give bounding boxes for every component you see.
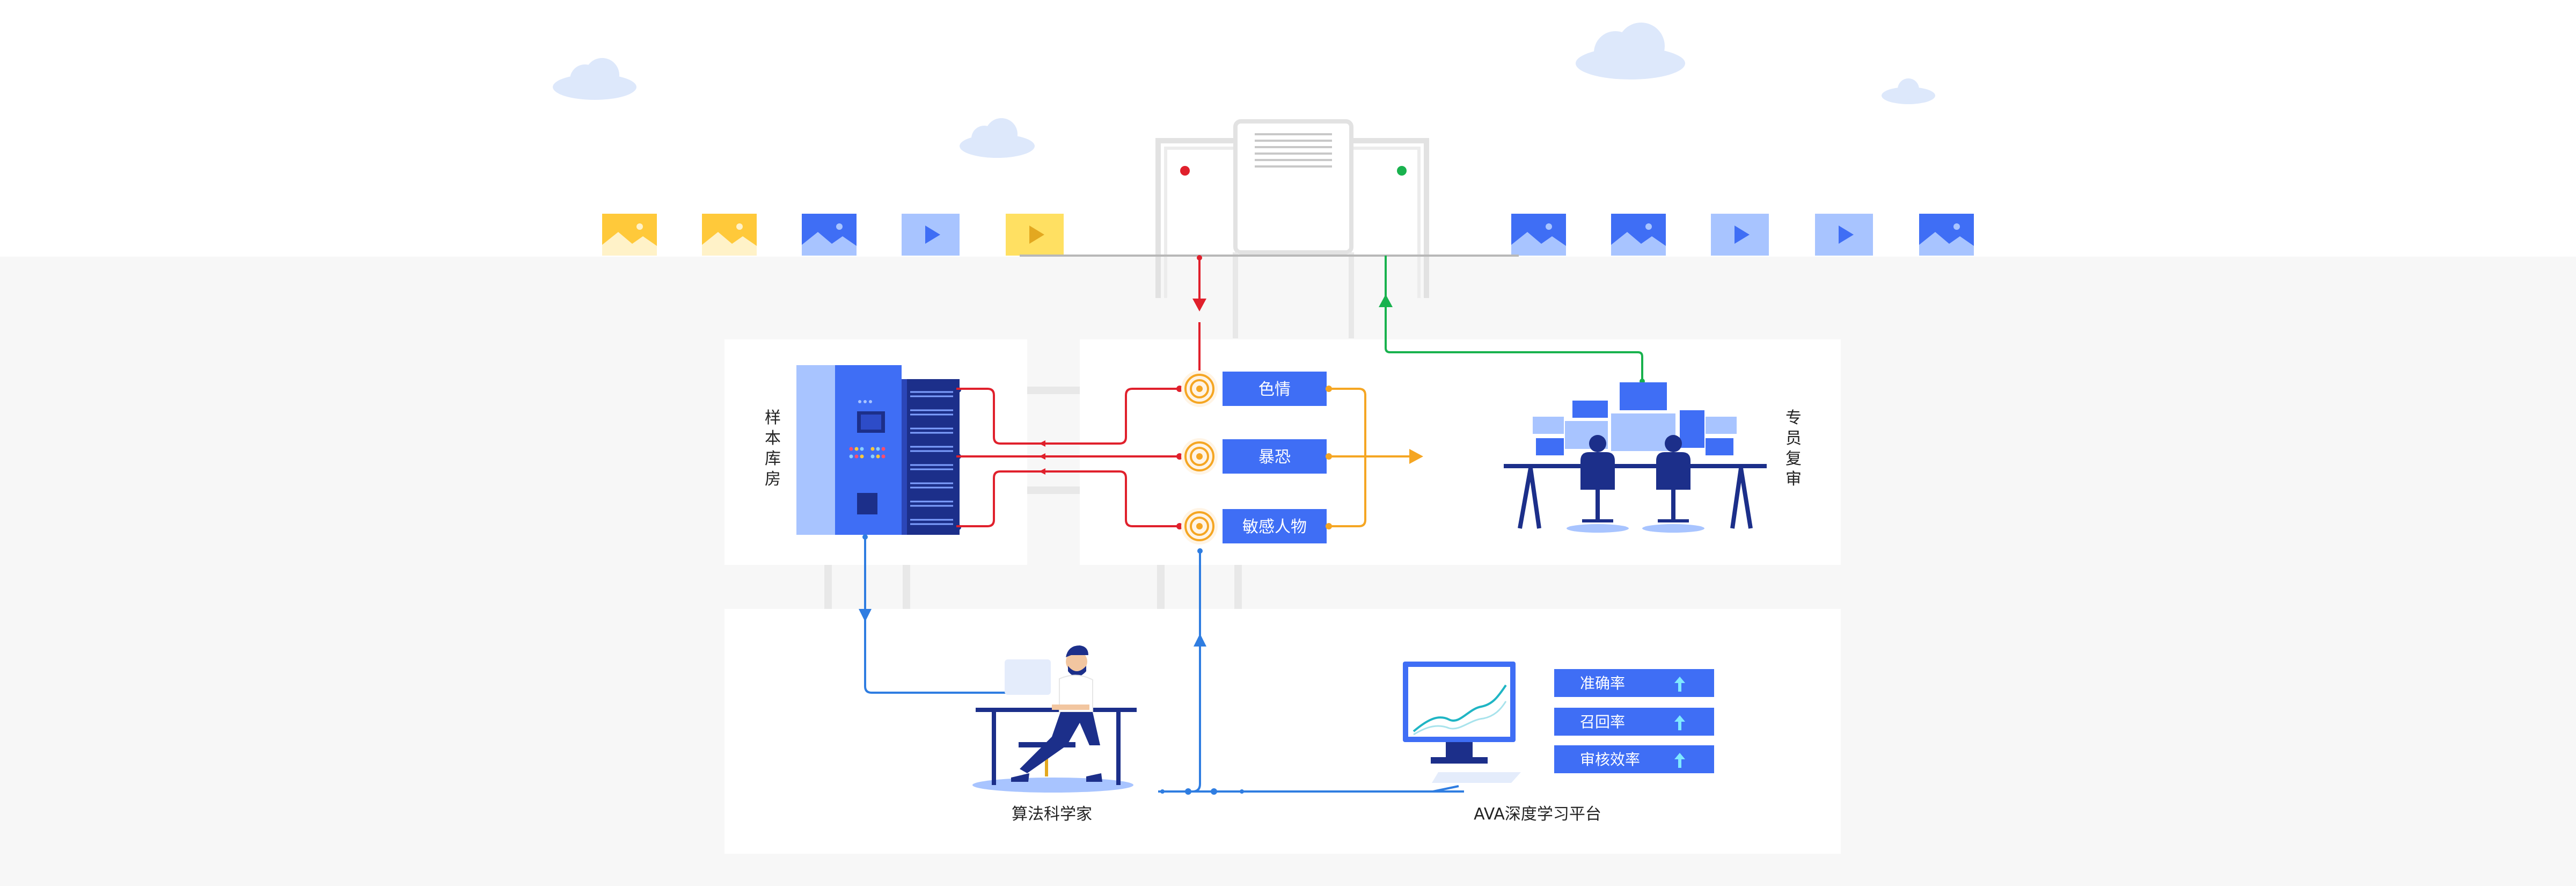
image-tile [602, 214, 657, 256]
image-tile [802, 214, 857, 256]
image-tile [1919, 214, 1974, 256]
target-icon [1181, 508, 1218, 544]
metric-label: 召回率 [1580, 713, 1625, 731]
video-tile [1006, 214, 1064, 256]
keyboard-icon [1432, 772, 1521, 783]
category-rings [1181, 371, 1218, 544]
metric-badge: 审核效率 [1554, 745, 1714, 773]
target-icon [1181, 438, 1218, 475]
laptop-icon [1005, 659, 1051, 695]
video-tile [1815, 214, 1873, 256]
metric-label: 准确率 [1580, 674, 1625, 692]
category-label: 敏感人物 [1242, 518, 1307, 536]
video-tile [1711, 214, 1769, 256]
reject-junction [1197, 255, 1202, 260]
category-label: 色情 [1258, 380, 1291, 399]
image-tile [1611, 214, 1666, 256]
image-tile [1511, 214, 1566, 256]
video-tile [902, 214, 960, 256]
metric-badge: 准确率 [1554, 669, 1714, 697]
category-label: 暴恐 [1258, 448, 1291, 467]
pass-indicator [1397, 166, 1407, 176]
target-icon [1181, 371, 1218, 407]
image-tile [702, 214, 757, 256]
metric-label: 审核效率 [1580, 751, 1640, 768]
server-rack-icon [796, 365, 961, 535]
category-box[interactable]: 色情 [1223, 372, 1327, 406]
content-review-diagram: 样本库房 色情 暴恐 敏感人物 专员复审 算法科学家 AVA深度学习平台 准确率… [0, 0, 2576, 886]
platform-label: AVA深度学习平台 [1474, 805, 1601, 824]
scientist-label: 算法科学家 [1012, 805, 1092, 824]
reject-indicator [1180, 166, 1190, 176]
category-box[interactable]: 敏感人物 [1223, 509, 1327, 543]
desk [1504, 464, 1767, 468]
metric-badge: 召回率 [1554, 708, 1714, 736]
category-box[interactable]: 暴恐 [1223, 439, 1327, 474]
